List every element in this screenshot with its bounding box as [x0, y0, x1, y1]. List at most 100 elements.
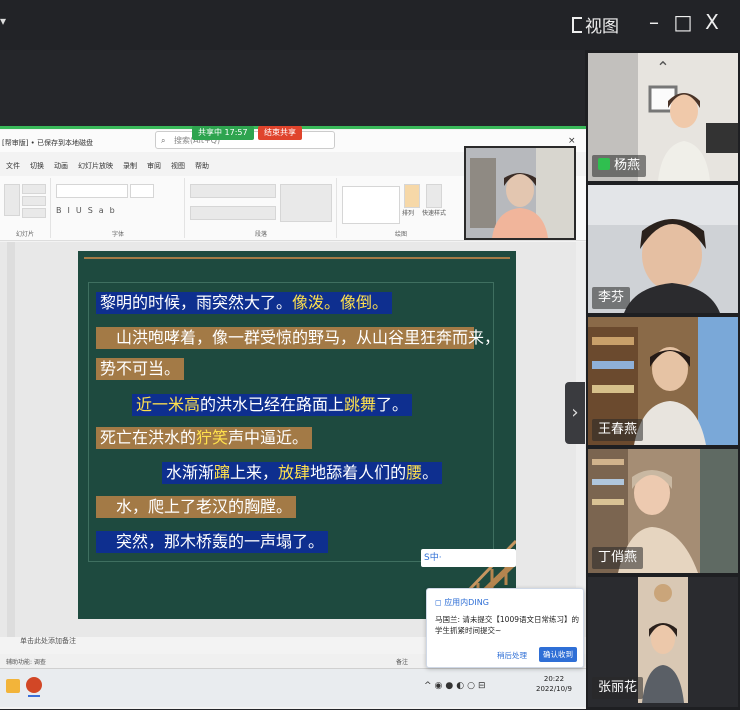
ribbon-group-label: 幻灯片	[15, 231, 34, 238]
bell-icon: ◻	[435, 598, 442, 607]
shapes-gallery[interactable]	[342, 186, 400, 224]
left-scrollbar[interactable]	[7, 242, 15, 637]
participant-tile[interactable]: 王春燕	[588, 317, 738, 445]
menu-item[interactable]: 视图	[171, 161, 185, 171]
layout-icon	[572, 16, 582, 33]
layout-icon[interactable]	[22, 184, 46, 194]
collapse-up-icon[interactable]: ⌃	[643, 53, 683, 83]
minimize-button[interactable]: –	[642, 10, 666, 34]
participant-tile[interactable]: 丁俏燕	[588, 449, 738, 573]
later-button[interactable]: 稍后处理	[497, 650, 527, 661]
ribbon-group-drawing: 排列 快速样式 绘图	[338, 178, 465, 238]
view-label: 视图	[585, 17, 619, 37]
powerpoint-icon[interactable]	[26, 677, 42, 693]
text-run: 黎明的时候，雨突然大了。	[100, 293, 293, 312]
chevron-down-icon[interactable]: ▾	[0, 14, 6, 28]
align-buttons[interactable]	[190, 206, 276, 220]
slide-line-8: 突然，那木桥轰的一声塌了。	[96, 531, 329, 553]
text-direction-buttons[interactable]	[280, 184, 332, 222]
ppt-close-icon[interactable]: ×	[568, 136, 576, 146]
menu-item[interactable]: 幻灯片放映	[78, 161, 113, 171]
next-page-arrow[interactable]: ›	[565, 382, 585, 444]
list-buttons[interactable]	[190, 184, 276, 198]
text-run: 水渐渐	[166, 463, 215, 482]
ribbon-group-label: 绘图	[394, 231, 407, 238]
menu-item[interactable]: 帮助	[195, 161, 209, 171]
font-family-select[interactable]	[56, 184, 128, 198]
font-style-buttons[interactable]: BIUSab	[56, 206, 121, 215]
participant-name: 丁俏燕	[598, 550, 638, 565]
text-run: 突然，那木桥轰的一声塌了。	[100, 532, 325, 551]
text-run-highlight: 放肆	[278, 463, 311, 482]
maximize-button[interactable]: □	[671, 10, 695, 34]
notes-placeholder[interactable]: 单击此处添加备注	[20, 636, 76, 646]
slide-line-2: 山洪咆哮着，像一群受惊的野马，从山谷里狂奔而来，	[96, 327, 500, 349]
windows-taskbar: ^◉●◐○⊟	[0, 668, 586, 707]
search-icon: ⌕	[161, 136, 166, 145]
participant-name: 杨燕	[614, 158, 641, 173]
participant-tile[interactable]: 李芬	[588, 185, 738, 313]
menu-item[interactable]: 审阅	[147, 161, 161, 171]
microphone-on-icon	[598, 158, 610, 170]
arrange-label: 排列	[402, 210, 415, 217]
text-run-highlight: 狞笑	[196, 428, 229, 447]
clock-time: 20:22	[543, 675, 565, 683]
self-preview-figure	[466, 148, 574, 238]
ding-notification: ◻ 应用内DING 马国兰: 请未提交【1009语文日常练习】的学生抓紧时间提交…	[426, 588, 584, 668]
confirm-button[interactable]: 确认收到	[539, 647, 577, 662]
menu-item[interactable]: 文件	[6, 161, 20, 171]
sharing-status-badge: 共享中 17:57	[192, 126, 254, 140]
arrange-icon[interactable]	[404, 184, 420, 208]
input-method-toolbar[interactable]: S中·	[421, 549, 516, 567]
self-preview-camera	[464, 146, 576, 240]
participant-name-tag: 李芬	[592, 287, 631, 309]
text-run: 上来，	[230, 463, 279, 482]
slide-text-frame	[88, 282, 494, 562]
menu-item[interactable]: 切换	[30, 161, 44, 171]
slide-line-5: 死亡在洪水的狞笑声中逼近。	[96, 427, 313, 449]
new-slide-icon[interactable]	[4, 184, 20, 216]
stop-share-button[interactable]: 结束共享	[258, 126, 302, 140]
participant-tile[interactable]: 张丽花	[588, 577, 738, 707]
view-button[interactable]: 视图	[572, 12, 619, 37]
system-tray-icons[interactable]: ^◉●◐○⊟	[424, 681, 489, 691]
text-run-highlight: 像泼。像倒。	[292, 293, 389, 312]
ribbon-group-label: 段落	[254, 231, 267, 238]
notes-toggle[interactable]: 备注	[396, 657, 408, 666]
quick-styles-label: 快速样式	[422, 210, 447, 217]
file-explorer-icon[interactable]	[6, 679, 20, 693]
menu-item[interactable]: 动画	[54, 161, 68, 171]
participant-name-tag: 丁俏燕	[592, 547, 644, 569]
text-run: 地舔着人们的	[310, 463, 407, 482]
participant-tile[interactable]: ⌃ 杨燕	[588, 53, 738, 181]
text-run: 势不可当。	[100, 359, 181, 378]
slide-line-3: 势不可当。	[96, 358, 185, 380]
slide-line-4: 近一米高的洪水已经在路面上跳舞了。	[132, 394, 413, 416]
quick-styles-icon[interactable]	[426, 184, 442, 208]
input-method-label: S中·	[424, 553, 442, 563]
close-button[interactable]: X	[700, 10, 724, 34]
taskbar-clock[interactable]: 20:22 2022/10/9	[536, 674, 572, 694]
meeting-top-bar: ▾	[0, 0, 740, 50]
ribbon-group-paragraph: 段落	[186, 178, 337, 238]
ribbon-group-label: 字体	[111, 231, 124, 238]
slide-line-7: 水，爬上了老汉的胸膛。	[96, 496, 297, 518]
clock-date: 2022/10/9	[536, 685, 572, 693]
participant-video	[638, 577, 688, 703]
slide-line-1: 黎明的时候，雨突然大了。像泼。像倒。	[96, 292, 393, 314]
status-accessibility[interactable]: 辅助功能: 调查	[6, 657, 46, 666]
text-run: 水，爬上了老汉的胸膛。	[100, 497, 293, 516]
slide-line-6: 水渐渐蹿上来，放肆地舔着人们的腰。	[162, 462, 443, 484]
ribbon-group-slides: 幻灯片	[0, 178, 51, 238]
text-run: 了。	[376, 395, 409, 414]
text-run: 声中逼近。	[228, 428, 309, 447]
participant-name: 李芬	[598, 290, 625, 305]
participant-name-tag: 张丽花	[592, 677, 644, 699]
menu-item[interactable]: 录制	[123, 161, 137, 171]
participant-name-tag: 王春燕	[592, 419, 644, 441]
participant-name: 王春燕	[598, 422, 638, 437]
reset-icon[interactable]	[22, 196, 46, 206]
notification-app-name: ◻ 应用内DING	[435, 597, 489, 608]
font-size-select[interactable]	[130, 184, 154, 198]
section-icon[interactable]	[22, 208, 46, 218]
